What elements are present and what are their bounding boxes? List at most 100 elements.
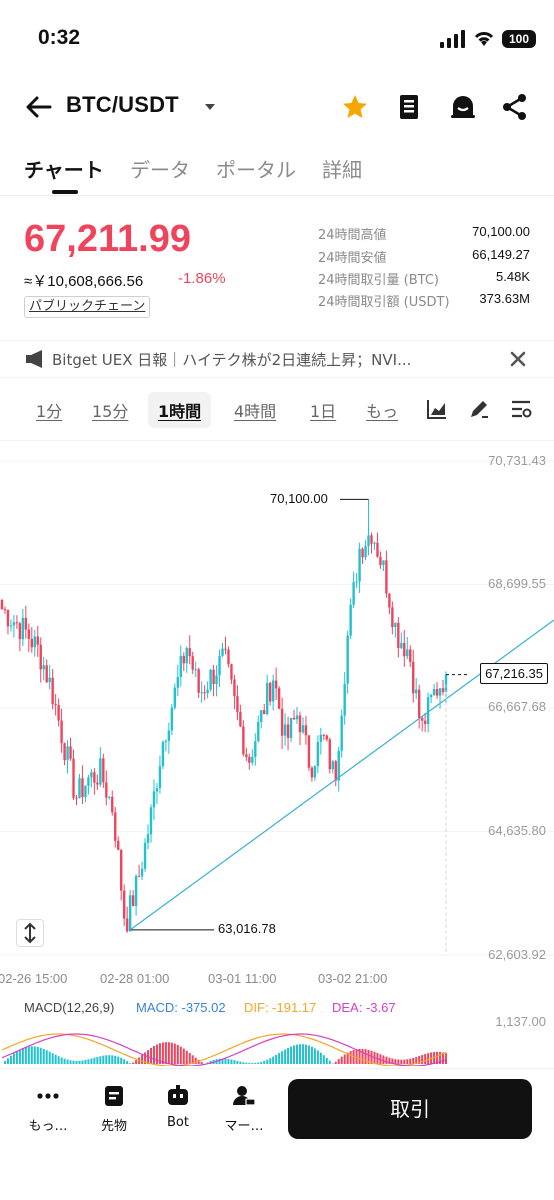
macd-bar <box>164 1042 167 1064</box>
candle-body <box>325 735 329 740</box>
futures-icon <box>105 1086 123 1106</box>
candle-body <box>69 746 72 759</box>
candle-body <box>155 788 159 792</box>
candle-body <box>125 918 129 932</box>
margin-user-icon <box>233 1086 256 1106</box>
candle-body <box>36 636 39 645</box>
candle-body <box>146 834 150 843</box>
tab-data[interactable]: データ <box>130 154 190 183</box>
x-tick: 03-01 11:00 <box>208 971 277 986</box>
candle-body <box>274 680 278 689</box>
candle-body <box>388 593 391 608</box>
macd-bar <box>328 1060 331 1064</box>
macd-bar <box>200 1062 203 1064</box>
chevron-down-icon[interactable] <box>204 102 216 112</box>
candle-body <box>245 754 248 757</box>
candle-body <box>200 692 203 694</box>
macd-bar <box>167 1042 170 1064</box>
macd-bar <box>102 1055 105 1064</box>
interval-15m[interactable]: 15分 <box>92 398 128 422</box>
pair-title[interactable]: BTC/USDT <box>66 92 179 118</box>
y-tick: 68,699.55 <box>488 576 546 591</box>
margin-label: マー… <box>224 1119 264 1134</box>
candle-body <box>21 617 25 640</box>
low-annotation: 63,016.78 <box>218 921 276 936</box>
macd-bar <box>421 1055 424 1064</box>
candle-body <box>236 696 239 713</box>
stat-label-turnover: 24時間取引額 (USDT) <box>318 295 450 310</box>
price-chart[interactable]: 70,731.43 68,699.55 66,667.68 64,635.80 … <box>0 440 554 995</box>
candle-body <box>423 720 427 725</box>
news-banner[interactable]: Bitget UEX 日報｜ハイテク株が2日連続上昇；NVI... <box>0 340 554 378</box>
candle-body <box>400 642 403 649</box>
interval-1m[interactable]: 1分 <box>36 398 62 422</box>
macd-bar <box>114 1055 117 1064</box>
last-price-tag: 67,216.35 <box>480 663 548 684</box>
macd-bar <box>75 1060 78 1064</box>
indicator-settings-icon[interactable] <box>510 398 532 420</box>
tab-details[interactable]: 詳細 <box>322 154 362 183</box>
macd-bar <box>361 1048 364 1064</box>
candle-body <box>81 778 84 798</box>
candle-body <box>173 687 177 708</box>
candle-body <box>391 607 394 628</box>
alert-bell-icon[interactable] <box>448 92 478 122</box>
header: BTC/USDT <box>0 82 554 132</box>
more-button[interactable]: もっ… <box>18 1083 78 1134</box>
candle-body <box>254 741 257 757</box>
candle-body <box>373 542 376 544</box>
candle-body <box>412 661 415 694</box>
interval-1d[interactable]: 1日 <box>310 398 336 422</box>
interval-more[interactable]: もっ <box>366 398 398 422</box>
candle-body <box>313 766 317 778</box>
favorite-star-icon[interactable] <box>340 92 370 122</box>
candle-body <box>248 756 251 763</box>
candle-body <box>435 689 439 696</box>
public-chain-link[interactable]: パブリックチェーン <box>24 296 151 318</box>
macd-bar <box>272 1056 275 1064</box>
macd-bar <box>355 1049 358 1064</box>
macd-bar <box>24 1047 27 1064</box>
drawing-pen-icon[interactable] <box>468 398 490 420</box>
candle-body <box>328 739 331 770</box>
macd-bar <box>263 1060 266 1064</box>
futures-button[interactable]: 先物 <box>84 1083 144 1134</box>
back-arrow-icon[interactable] <box>24 92 54 122</box>
candle-body <box>280 708 284 736</box>
macd-bar <box>310 1046 313 1064</box>
tab-chart[interactable]: チャート <box>24 154 104 183</box>
candle-body <box>215 675 218 685</box>
margin-button[interactable]: マー… <box>214 1083 274 1134</box>
candle-body <box>227 649 230 665</box>
macd-bar <box>45 1050 48 1064</box>
y-tick: 70,731.43 <box>488 453 546 468</box>
macd-value: MACD: -375.02 <box>136 1000 226 1015</box>
candlestick-chart[interactable] <box>0 441 554 996</box>
expand-chart-button[interactable] <box>16 919 44 947</box>
macd-bar <box>227 1059 230 1064</box>
candle-body <box>397 622 400 649</box>
news-text[interactable]: Bitget UEX 日報｜ハイテク株が2日連続上昇；NVI... <box>52 349 462 370</box>
tab-portal[interactable]: ポータル <box>216 154 296 183</box>
content-tabs: チャート データ ポータル 詳細 <box>0 150 554 196</box>
candle-body <box>176 677 180 688</box>
chart-type-icon[interactable] <box>426 398 448 420</box>
interval-4h[interactable]: 4時間 <box>234 398 276 422</box>
more-label: もっ… <box>28 1119 68 1134</box>
candle-body <box>271 680 275 702</box>
share-icon[interactable] <box>500 92 530 122</box>
notebook-icon[interactable] <box>394 92 424 122</box>
interval-1h[interactable]: 1時間 <box>148 392 212 428</box>
close-icon[interactable] <box>508 349 528 369</box>
candle-body <box>12 622 16 626</box>
candle-body <box>394 622 397 628</box>
macd-bar <box>230 1059 233 1064</box>
macd-bar <box>9 1055 12 1064</box>
y-tick: 64,635.80 <box>488 823 546 838</box>
trade-button[interactable]: 取引 <box>288 1079 532 1139</box>
candle-body <box>45 665 48 683</box>
macd-bar <box>63 1058 66 1064</box>
macd-bar <box>343 1054 346 1064</box>
bot-button[interactable]: Bot <box>148 1083 208 1130</box>
candle-body <box>188 648 191 657</box>
